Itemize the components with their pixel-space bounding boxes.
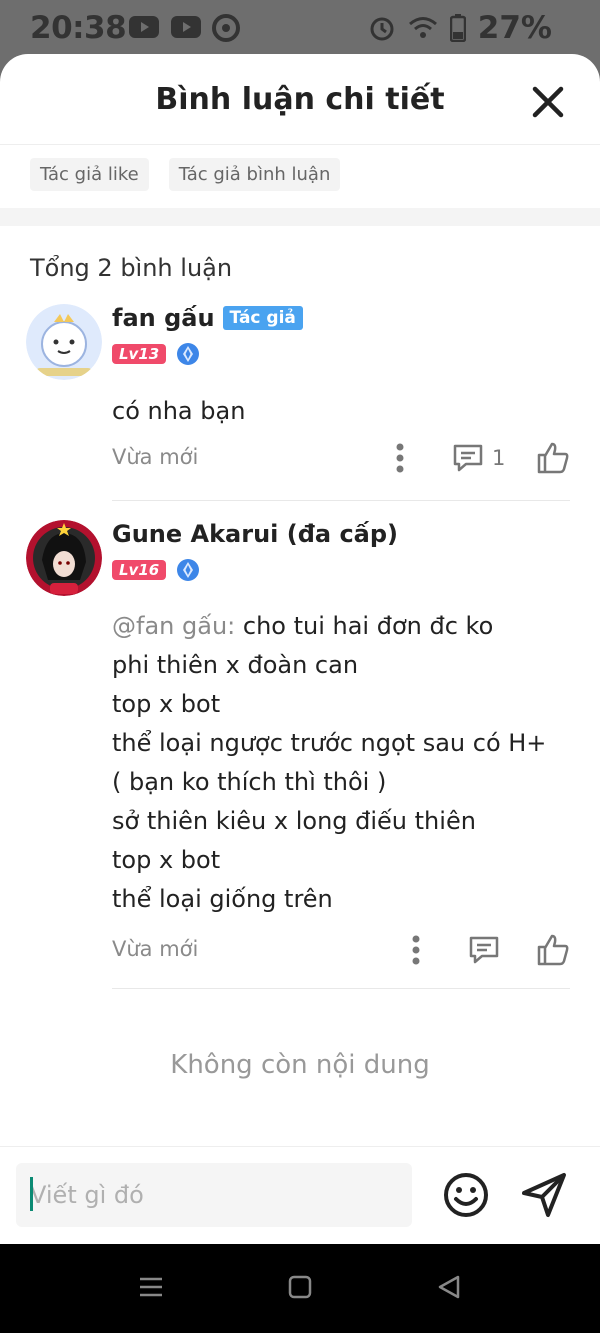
comment-icon: [453, 444, 483, 472]
comment-text: @fan gấu: cho tui hai đơn đc ko phi thiê…: [112, 612, 547, 913]
youtube-icon: [129, 16, 159, 38]
reply-button[interactable]: 1: [452, 443, 505, 473]
status-bar: 20:38 27%: [0, 0, 600, 62]
comments-sheet: Bình luận chi tiết Tác giả like Tác giả …: [0, 54, 600, 1244]
end-of-list-text: Không còn nội dung: [170, 1050, 430, 1080]
youtube-icon: [171, 16, 201, 38]
comment-time: Vừa mới: [112, 937, 199, 961]
comment-body: fan gấu Tác giả Lv13 có nha bạn Vừa mới …: [112, 304, 570, 479]
comment-actions: Vừa mới 1: [112, 439, 570, 479]
rank-icon: [177, 343, 200, 365]
comment-text: có nha bạn: [112, 397, 246, 425]
comment-body: Gune Akarui (đa cấp) Lv16 @fan gấu: cho …: [112, 520, 570, 971]
more-options-icon[interactable]: [406, 933, 426, 967]
comment-author-name[interactable]: Gune Akarui (đa cấp): [112, 520, 398, 548]
system-nav-bar: [0, 1244, 600, 1333]
mention[interactable]: @fan gấu:: [112, 612, 235, 640]
close-icon[interactable]: [530, 84, 566, 120]
rank-icon: [177, 559, 200, 581]
section-divider: [0, 208, 600, 226]
filter-chips: Tác giả like Tác giả bình luận: [30, 158, 341, 191]
recent-apps-icon[interactable]: [138, 1274, 164, 1300]
wifi-icon: [408, 17, 437, 38]
sheet-header: Bình luận chi tiết: [0, 54, 600, 145]
comment-time: Vừa mới: [112, 445, 199, 469]
reply-count: 1: [492, 446, 506, 470]
filter-author-like[interactable]: Tác giả like: [30, 158, 149, 191]
comment-author-name[interactable]: fan gấu: [112, 304, 215, 332]
comment-composer: [0, 1146, 600, 1244]
comment-total: Tổng 2 bình luận: [30, 254, 233, 282]
battery-icon: [449, 14, 466, 42]
comment-input[interactable]: [16, 1163, 412, 1227]
alarm-icon: [370, 17, 394, 41]
comment-icon: [469, 936, 499, 964]
send-icon[interactable]: [520, 1171, 568, 1219]
comment-separator: [112, 988, 570, 989]
sheet-title: Bình luận chi tiết: [155, 82, 445, 117]
level-badge: Lv16: [112, 560, 167, 580]
like-icon[interactable]: [536, 441, 570, 475]
more-options-icon[interactable]: [390, 441, 410, 475]
status-time: 20:38: [30, 10, 127, 46]
emoji-icon[interactable]: [442, 1171, 490, 1219]
chrome-icon: [212, 14, 240, 42]
system-icons: 27%: [368, 10, 552, 46]
comment-separator: [112, 500, 570, 501]
avatar[interactable]: [26, 304, 102, 380]
text-caret: [30, 1177, 33, 1211]
reply-button[interactable]: [468, 935, 500, 965]
back-icon[interactable]: [436, 1274, 462, 1300]
comment-actions: Vừa mới: [112, 931, 570, 971]
notification-icons: [128, 14, 240, 42]
level-badge: Lv13: [112, 344, 167, 364]
filter-author-comment[interactable]: Tác giả bình luận: [168, 158, 341, 191]
like-icon[interactable]: [536, 933, 570, 967]
battery-percent: 27%: [477, 10, 552, 46]
author-tag: Tác giả: [222, 306, 303, 330]
home-icon[interactable]: [287, 1274, 313, 1300]
avatar[interactable]: [26, 520, 102, 596]
